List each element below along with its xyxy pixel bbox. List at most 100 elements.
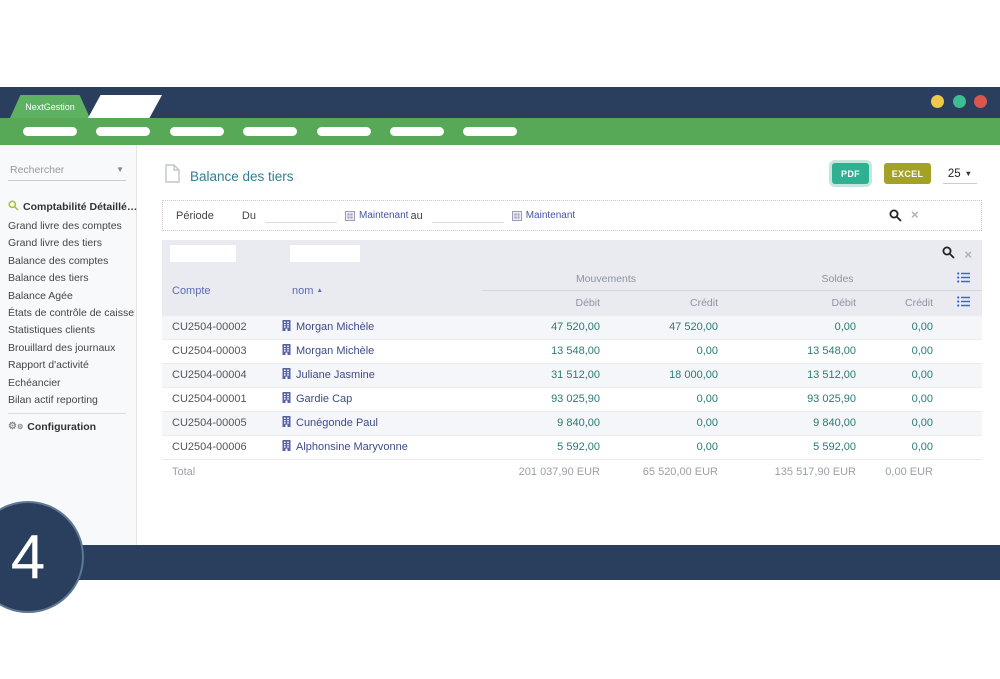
tier-name-link[interactable]: Gardie Cap xyxy=(296,393,352,405)
nav-pill[interactable] xyxy=(243,127,297,136)
window-maximize-dot[interactable] xyxy=(953,95,966,108)
column-header-mouvements-debit[interactable]: Débit xyxy=(482,290,612,315)
sidebar-search-placeholder: Rechercher xyxy=(10,164,64,176)
nav-pill[interactable] xyxy=(96,127,150,136)
from-now-link[interactable]: Maintenant xyxy=(359,210,408,221)
table-row[interactable]: CU2504-00006 Alphonsine Maryvonne 5 592,… xyxy=(162,435,982,459)
table-row[interactable]: CU2504-00003 Morgan Michèle 13 548,00 0,… xyxy=(162,339,982,363)
nom-filter-input[interactable] xyxy=(290,245,360,262)
brand-label: NextGestion xyxy=(25,102,75,112)
sidebar-menu-item[interactable]: Brouillard des journaux xyxy=(8,340,134,357)
nav-pill[interactable] xyxy=(390,127,444,136)
total-mouvements-credit: 65 520,00 EUR xyxy=(612,459,730,485)
configuration-label: Configuration xyxy=(27,421,96,433)
brand-decoration xyxy=(88,95,162,118)
nav-pill[interactable] xyxy=(463,127,517,136)
tier-name-link[interactable]: Morgan Michèle xyxy=(296,345,374,357)
table-row[interactable]: CU2504-00002 Morgan Michèle 47 520,00 47… xyxy=(162,315,982,339)
column-settings-icon[interactable] xyxy=(945,268,982,290)
sidebar-menu-item[interactable]: Grand livre des tiers xyxy=(8,235,134,252)
sidebar-menu-item[interactable]: Bilan actif reporting xyxy=(8,392,134,409)
nav-pill[interactable] xyxy=(23,127,77,136)
sidebar-menu-item[interactable]: Balance des tiers xyxy=(8,270,134,287)
brand-tab[interactable]: NextGestion xyxy=(10,95,90,118)
total-soldes-credit: 0,00 EUR xyxy=(868,459,945,485)
table-total-row: Total 201 037,90 EUR 65 520,00 EUR 135 5… xyxy=(162,459,982,485)
sidebar-menu-item[interactable]: Grand livre des comptes xyxy=(8,218,134,235)
document-icon xyxy=(165,164,180,188)
main-navbar xyxy=(0,118,1000,145)
page-size-value: 25 xyxy=(948,168,961,180)
building-icon xyxy=(282,368,291,382)
group-header-soldes: Soldes xyxy=(730,268,945,290)
window-minimize-dot[interactable] xyxy=(931,95,944,108)
balance-table: × Compte nom ▲ Mouvements Soldes xyxy=(162,240,982,485)
search-icon[interactable] xyxy=(889,209,902,227)
from-label: Du xyxy=(242,210,256,222)
balance-table-wrap: × Compte nom ▲ Mouvements Soldes xyxy=(162,240,982,485)
page-header: Balance des tiers PDF EXCEL 25 ▼ xyxy=(137,145,1000,195)
date-to-input[interactable] xyxy=(432,209,504,223)
sort-ascending-icon: ▲ xyxy=(316,287,322,294)
sidebar-menu-item[interactable]: Statistiques clients xyxy=(8,322,134,339)
column-header-mouvements-credit[interactable]: Crédit xyxy=(612,290,730,315)
sidebar-menu-item[interactable]: Balance Agée xyxy=(8,288,134,305)
page-size-select[interactable]: 25 ▼ xyxy=(943,164,977,184)
table-body: CU2504-00002 Morgan Michèle 47 520,00 47… xyxy=(162,315,982,459)
table-clear-icon[interactable]: × xyxy=(964,248,972,261)
tier-name-link[interactable]: Cunégonde Paul xyxy=(296,417,378,429)
sidebar-menu-item[interactable]: Echéancier xyxy=(8,375,134,392)
tier-name-link[interactable]: Alphonsine Maryvonne xyxy=(296,441,408,453)
nav-pill[interactable] xyxy=(170,127,224,136)
group-header-mouvements: Mouvements xyxy=(482,268,730,290)
tier-name-link[interactable]: Juliane Jasmine xyxy=(296,369,375,381)
sidebar-section-header: Comptabilité Détaillé… xyxy=(8,200,137,214)
chevron-down-icon: ▼ xyxy=(116,165,124,174)
table-row[interactable]: CU2504-00001 Gardie Cap 93 025,90 0,00 9… xyxy=(162,387,982,411)
nav-pill[interactable] xyxy=(317,127,371,136)
tier-name-link[interactable]: Morgan Michèle xyxy=(296,321,374,333)
column-header-soldes-debit[interactable]: Débit xyxy=(730,290,868,315)
chevron-down-icon: ▼ xyxy=(965,169,972,178)
gear-icon: ⚙⚙ xyxy=(8,422,23,432)
sidebar-menu-item[interactable]: Rapport d'activité xyxy=(8,357,134,374)
to-label: au xyxy=(410,210,422,222)
sidebar: Rechercher ▼ Comptabilité Détaillé… Gran… xyxy=(0,145,137,545)
page-title: Balance des tiers xyxy=(190,169,294,184)
table-row[interactable]: CU2504-00005 Cunégonde Paul 9 840,00 0,0… xyxy=(162,411,982,435)
column-settings-icon[interactable] xyxy=(945,290,982,315)
building-icon xyxy=(282,440,291,454)
period-label: Période xyxy=(176,210,214,222)
app-window: NextGestion Rechercher ▼ Comptabilité Dé… xyxy=(0,0,1000,679)
titlebar: NextGestion xyxy=(0,87,1000,118)
building-icon xyxy=(282,344,291,358)
sidebar-divider xyxy=(8,413,126,414)
period-filter-panel: Période Du Maintenant au Maintenant × xyxy=(162,200,982,231)
total-soldes-debit: 135 517,90 EUR xyxy=(730,459,868,485)
building-icon xyxy=(282,392,291,406)
table-search-icon[interactable] xyxy=(942,246,955,262)
window-close-dot[interactable] xyxy=(974,95,987,108)
datepicker-icon[interactable] xyxy=(345,211,355,221)
sidebar-item-configuration[interactable]: ⚙⚙ Configuration xyxy=(8,421,96,433)
main-content: Balance des tiers PDF EXCEL 25 ▼ Période… xyxy=(137,145,1000,545)
sidebar-menu-item[interactable]: Balance des comptes xyxy=(8,253,134,270)
column-header-compte[interactable]: Compte xyxy=(162,268,282,315)
datepicker-icon[interactable] xyxy=(512,211,522,221)
date-from-input[interactable] xyxy=(265,209,337,223)
compte-filter-input[interactable] xyxy=(170,245,236,262)
building-icon xyxy=(282,320,291,334)
table-filter-row: × xyxy=(162,240,982,268)
sidebar-search-select[interactable]: Rechercher ▼ xyxy=(8,161,126,181)
clear-filter-icon[interactable]: × xyxy=(911,207,919,222)
magnifier-icon xyxy=(8,200,19,214)
pdf-export-button[interactable]: PDF xyxy=(832,163,869,184)
excel-export-button[interactable]: EXCEL xyxy=(884,163,931,184)
sidebar-menu-item[interactable]: États de contrôle de caisse xyxy=(8,305,134,322)
column-header-nom[interactable]: nom ▲ xyxy=(282,268,482,315)
to-now-link[interactable]: Maintenant xyxy=(526,210,575,221)
table-row[interactable]: CU2504-00004 Juliane Jasmine 31 512,00 1… xyxy=(162,363,982,387)
total-mouvements-debit: 201 037,90 EUR xyxy=(482,459,612,485)
building-icon xyxy=(282,416,291,430)
column-header-soldes-credit[interactable]: Crédit xyxy=(868,290,945,315)
